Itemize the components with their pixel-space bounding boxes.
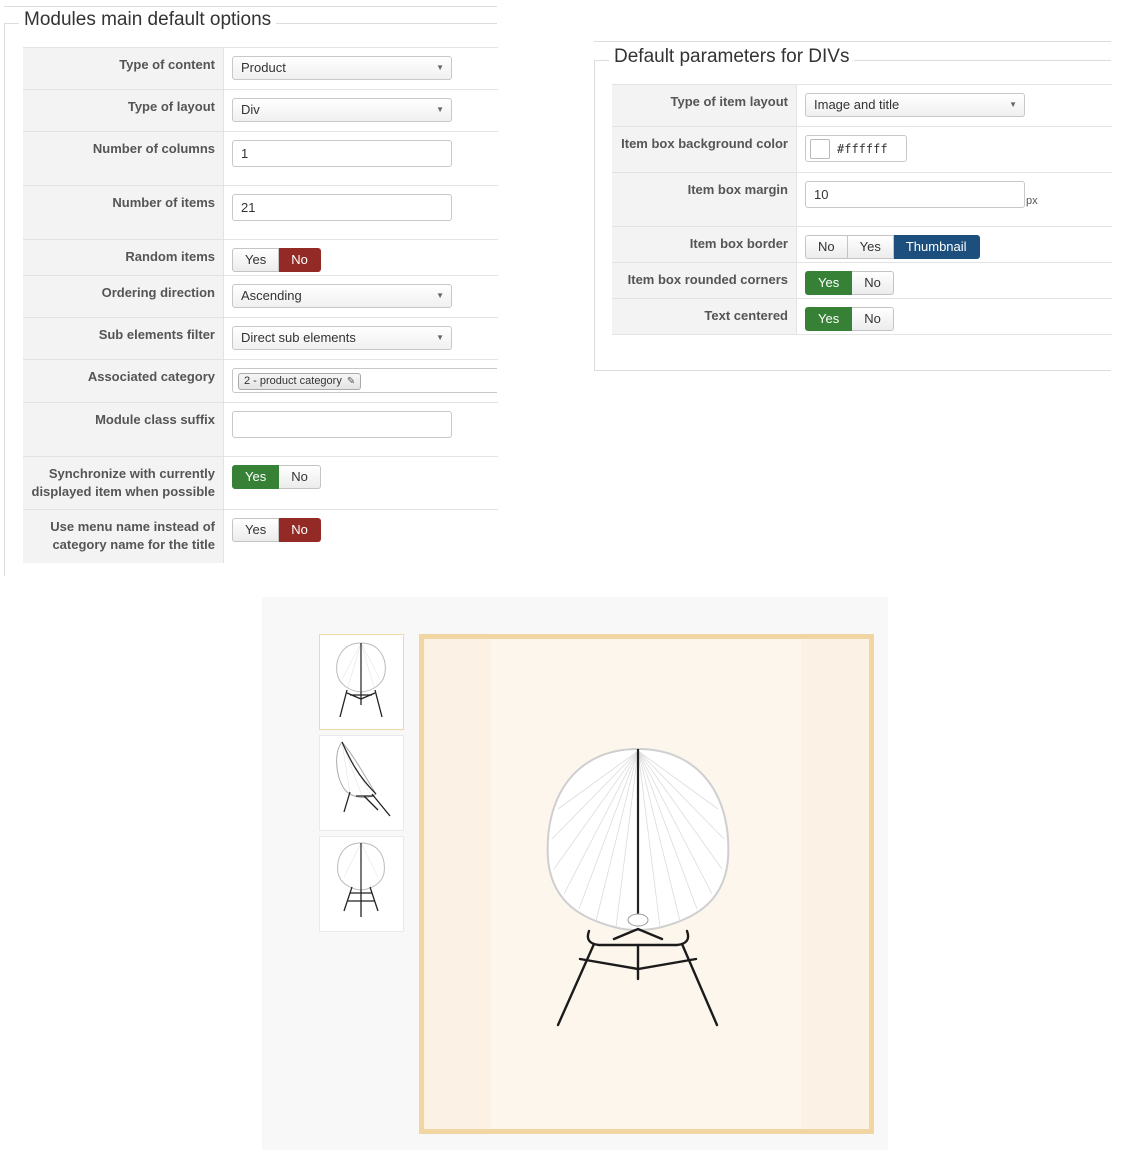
- border-no-button[interactable]: No: [805, 235, 848, 259]
- text-centered-toggle: Yes No: [805, 307, 894, 331]
- row-type-of-item-layout: Type of item layout Image and title ▼: [612, 84, 1112, 126]
- select-value: Div: [241, 102, 260, 117]
- rounded-corners-toggle: Yes No: [805, 271, 894, 295]
- rounded-corners-yes-button[interactable]: Yes: [805, 271, 853, 295]
- row-sub-elements-filter: Sub elements filter Direct sub elements …: [23, 317, 498, 359]
- field-label: Item box margin: [612, 173, 797, 226]
- row-associated-category: Associated category 2 - product category…: [23, 359, 498, 402]
- thumbnail-chair-front-alt[interactable]: [319, 836, 404, 932]
- use-menu-name-toggle: Yes No: [232, 518, 321, 542]
- field-label: Text centered: [612, 299, 797, 334]
- field-label: Module class suffix: [23, 403, 224, 456]
- select-value: Direct sub elements: [241, 330, 356, 345]
- field-label: Type of layout: [23, 90, 224, 131]
- caret-down-icon: ▼: [436, 105, 444, 114]
- ordering-direction-select[interactable]: Ascending ▼: [232, 284, 452, 308]
- div-parameters-fieldset: Default parameters for DIVs Type of item…: [594, 46, 1112, 371]
- field-label: Number of columns: [23, 132, 224, 185]
- row-synchronize: Synchronize with currently displayed ite…: [23, 456, 498, 509]
- row-type-of-layout: Type of layout Div ▼: [23, 89, 498, 131]
- row-use-menu-name: Use menu name instead of category name f…: [23, 509, 498, 563]
- caret-down-icon: ▼: [1009, 100, 1017, 109]
- thumbnail-chair-side[interactable]: [319, 735, 404, 831]
- row-ordering-direction: Ordering direction Ascending ▼: [23, 275, 498, 317]
- acapulco-chair-image: [546, 747, 730, 1027]
- synchronize-no-button[interactable]: No: [279, 465, 321, 489]
- caret-down-icon: ▼: [436, 291, 444, 300]
- field-label: Use menu name instead of category name f…: [23, 510, 224, 563]
- border-yes-button[interactable]: Yes: [847, 235, 894, 259]
- use-menu-name-no-button[interactable]: No: [279, 518, 321, 542]
- pencil-icon[interactable]: ✎: [347, 376, 355, 387]
- text-centered-yes-button[interactable]: Yes: [805, 307, 853, 331]
- row-item-box-background-color: Item box background color #ffffff: [612, 126, 1112, 172]
- row-type-of-content: Type of content Product ▼: [23, 47, 498, 89]
- field-label: Number of items: [23, 186, 224, 239]
- caret-down-icon: ▼: [436, 63, 444, 72]
- module-class-suffix-input[interactable]: [232, 411, 452, 438]
- row-number-of-items: Number of items 21: [23, 185, 498, 239]
- type-of-layout-select[interactable]: Div ▼: [232, 98, 452, 122]
- row-random-items: Random items Yes No: [23, 239, 498, 275]
- color-swatch[interactable]: [810, 138, 830, 159]
- text-centered-no-button[interactable]: No: [852, 307, 894, 331]
- field-label: Sub elements filter: [23, 318, 224, 359]
- synchronize-yes-button[interactable]: Yes: [232, 465, 280, 489]
- random-items-toggle: Yes No: [232, 248, 321, 272]
- row-number-of-columns: Number of columns 1: [23, 131, 498, 185]
- field-label: Ordering direction: [23, 276, 224, 317]
- select-value: Product: [241, 60, 286, 75]
- field-label: Synchronize with currently displayed ite…: [23, 457, 224, 509]
- item-box-margin-input[interactable]: 10: [805, 181, 1025, 208]
- number-of-columns-input[interactable]: 1: [232, 140, 452, 167]
- chair-front-thumbnail-image: [336, 642, 386, 718]
- color-hex-value: #ffffff: [837, 141, 888, 156]
- number-of-items-input[interactable]: 21: [232, 194, 452, 221]
- category-tag-label: 2 - product category: [244, 375, 342, 387]
- random-items-yes-button[interactable]: Yes: [232, 248, 280, 272]
- field-label: Item box background color: [612, 127, 797, 172]
- row-text-centered: Text centered Yes No: [612, 298, 1112, 335]
- row-item-box-border: Item box border No Yes Thumbnail: [612, 226, 1112, 262]
- field-label: Random items: [23, 240, 224, 275]
- select-value: Ascending: [241, 288, 302, 303]
- fieldset-legend: Default parameters for DIVs: [609, 46, 855, 68]
- field-label: Type of content: [23, 48, 224, 89]
- type-of-item-layout-select[interactable]: Image and title ▼: [805, 93, 1025, 117]
- margin-unit-label: px: [1026, 195, 1038, 207]
- field-label: Type of item layout: [612, 85, 797, 126]
- field-label: Associated category: [23, 360, 224, 402]
- row-module-class-suffix: Module class suffix: [23, 402, 498, 456]
- chair-front-alt-thumbnail-image: [337, 842, 385, 917]
- row-item-box-rounded-corners: Item box rounded corners Yes No: [612, 262, 1112, 298]
- main-product-image[interactable]: [419, 634, 874, 1134]
- product-gallery: [262, 597, 888, 1150]
- associated-category-field[interactable]: 2 - product category ✎: [232, 368, 497, 393]
- rounded-corners-no-button[interactable]: No: [852, 271, 894, 295]
- fieldset-legend: Modules main default options: [19, 9, 277, 31]
- synchronize-toggle: Yes No: [232, 465, 321, 489]
- field-label: Item box rounded corners: [612, 263, 797, 298]
- thumbnail-chair-front[interactable]: [319, 634, 404, 730]
- type-of-content-select[interactable]: Product ▼: [232, 56, 452, 80]
- background-color-picker[interactable]: #ffffff: [805, 135, 907, 162]
- sub-elements-filter-select[interactable]: Direct sub elements ▼: [232, 326, 452, 350]
- select-value: Image and title: [814, 97, 900, 112]
- category-tag[interactable]: 2 - product category ✎: [238, 373, 362, 390]
- main-options-fieldset: Modules main default options Type of con…: [4, 9, 498, 576]
- row-item-box-margin: Item box margin 10 px: [612, 172, 1112, 226]
- item-box-border-toggle: No Yes Thumbnail: [805, 235, 980, 259]
- chair-side-thumbnail-image: [336, 741, 391, 817]
- random-items-no-button[interactable]: No: [279, 248, 321, 272]
- field-label: Item box border: [612, 227, 797, 262]
- caret-down-icon: ▼: [436, 333, 444, 342]
- use-menu-name-yes-button[interactable]: Yes: [232, 518, 280, 542]
- border-thumbnail-button[interactable]: Thumbnail: [893, 235, 980, 259]
